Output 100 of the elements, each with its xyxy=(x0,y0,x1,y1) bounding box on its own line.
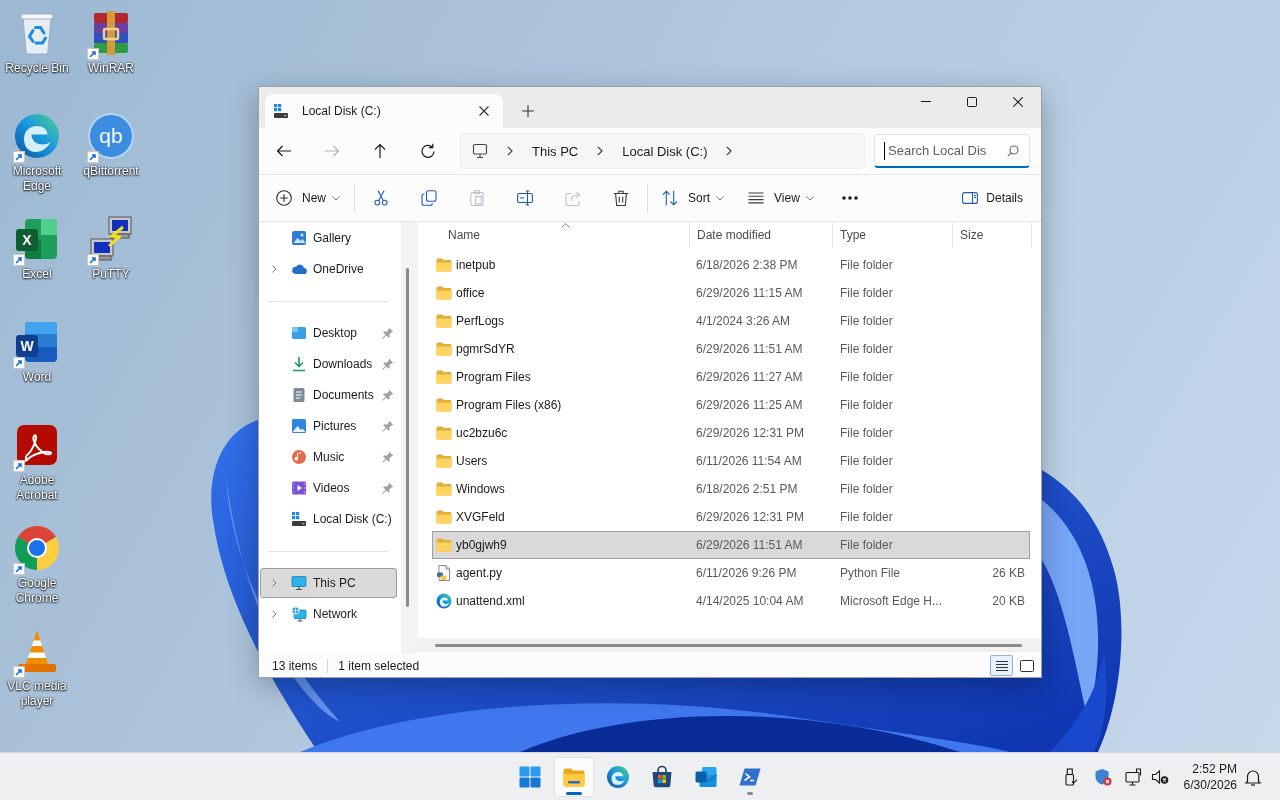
muted-speaker-icon[interactable] xyxy=(1150,767,1169,786)
monitor-icon xyxy=(291,575,307,591)
file-name[interactable]: agent.py xyxy=(456,566,503,580)
sidebar-item[interactable]: Network xyxy=(260,599,397,629)
type-cell: File folder xyxy=(840,510,893,524)
sidebar-item[interactable]: OneDrive xyxy=(260,254,397,284)
column-header[interactable]: Date modified xyxy=(690,222,833,248)
file-name[interactable]: pgmrSdYR xyxy=(456,342,515,356)
sidebar-item[interactable]: This PC xyxy=(260,568,397,598)
folder-icon xyxy=(436,285,452,301)
sidebar-item[interactable]: Desktop xyxy=(260,318,397,348)
logo-letters: qb xyxy=(99,124,123,146)
four-squares-icon xyxy=(518,764,542,789)
item-count: 13 items xyxy=(272,658,318,673)
details-pane-button[interactable]: Details xyxy=(954,182,1031,214)
folder-icon xyxy=(436,425,452,441)
envelope-icon xyxy=(694,764,718,789)
horizontal-scrollbar[interactable] xyxy=(418,638,1041,652)
drive-icon xyxy=(273,103,289,119)
type-cell: Python File xyxy=(840,566,901,580)
clock-time[interactable]: 2:52 PM xyxy=(1192,760,1237,777)
screen-icon xyxy=(291,325,307,341)
tab[interactable]: Local Disk (C:) xyxy=(265,94,503,128)
script-file-icon xyxy=(436,565,452,581)
file-name[interactable]: inetpub xyxy=(456,258,496,272)
sidebar-item[interactable]: Music xyxy=(260,442,397,472)
sidebar-item[interactable]: Pictures xyxy=(260,411,397,441)
column-header[interactable]: Type xyxy=(833,222,953,248)
type-cell: File folder xyxy=(840,342,893,356)
file-name[interactable]: XVGFeld xyxy=(456,510,505,524)
sidebar-item[interactable]: Downloads xyxy=(260,349,397,379)
list-lines-icon xyxy=(994,658,1009,673)
address-bar[interactable]: This PC Local Disk (C:) xyxy=(460,133,865,169)
type-cell: File folder xyxy=(840,258,893,272)
type-cell: File folder xyxy=(840,370,893,384)
download-arrow-icon xyxy=(291,356,307,372)
scrollbar-thumb[interactable] xyxy=(435,643,1022,647)
ring-logo-icon[interactable] xyxy=(13,524,61,572)
file-name[interactable]: Program Files (x86) xyxy=(456,398,562,412)
file-name[interactable]: unattend.xml xyxy=(456,594,525,608)
type-cell: File folder xyxy=(840,538,893,552)
swirl-logo-icon[interactable] xyxy=(13,112,61,160)
selection-count: 1 item selected xyxy=(338,658,420,673)
swirl-logo-icon xyxy=(436,593,452,609)
text-cursor-icon xyxy=(884,142,885,160)
file-name[interactable]: Program Files xyxy=(456,370,531,384)
sidebar-item[interactable]: Gallery xyxy=(260,223,397,253)
file-name[interactable]: Windows xyxy=(456,482,505,496)
two-computers-icon[interactable] xyxy=(87,215,135,263)
photo-frame-icon xyxy=(291,230,307,246)
clock-date[interactable]: 6/30/2026 xyxy=(1183,776,1237,793)
circle-logo-icon[interactable] xyxy=(87,112,135,160)
date-cell: 6/29/2026 12:31 PM xyxy=(696,510,805,524)
sort-button[interactable]: Sort xyxy=(654,182,733,214)
file-name[interactable]: office xyxy=(456,286,485,300)
selected-row[interactable]: yb0gjwh9 6/29/2026 11:51 AM File folder xyxy=(432,531,1030,559)
file-name[interactable]: uc2bzu6c xyxy=(456,426,508,440)
network-monitor-icon xyxy=(291,606,307,622)
date-cell: 6/29/2026 11:51 AM xyxy=(696,342,803,356)
plus-icon xyxy=(522,105,534,117)
scrollbar-thumb[interactable] xyxy=(406,268,409,607)
new-button[interactable]: New xyxy=(268,182,348,214)
file-name[interactable]: yb0gjwh9 xyxy=(456,538,507,552)
file-name[interactable]: Users xyxy=(456,454,488,468)
shopping-bag-icon xyxy=(650,764,674,789)
column-header[interactable]: Name xyxy=(432,222,690,248)
chevron-right-icon[interactable] xyxy=(726,146,733,156)
type-cell: File folder xyxy=(840,286,893,300)
type-cell: File folder xyxy=(840,426,893,440)
sidebar-item[interactable]: Local Disk (C:) xyxy=(260,504,397,534)
type-cell: Microsoft Edge H... xyxy=(840,594,943,608)
date-cell: 4/14/2025 10:04 AM xyxy=(696,594,804,608)
size-cell: 26 KB xyxy=(992,566,1025,580)
folder-icon xyxy=(436,509,452,525)
vertical-scrollbar[interactable] xyxy=(401,222,418,654)
network-icon[interactable] xyxy=(1124,767,1143,786)
chevron-right-icon[interactable] xyxy=(597,146,604,156)
monitor-icon xyxy=(472,143,488,159)
search-icon[interactable] xyxy=(1007,144,1019,157)
file-name[interactable]: PerfLogs xyxy=(456,314,505,328)
date-cell: 6/11/2026 9:26 PM xyxy=(696,566,797,580)
sidebar-item[interactable]: Documents xyxy=(260,380,397,410)
details-view-button[interactable] xyxy=(990,655,1013,676)
breadcrumb-item[interactable]: Local Disk (C:) xyxy=(622,143,708,159)
column-header[interactable]: Size xyxy=(953,222,1032,248)
search-field[interactable]: Search Local Dis xyxy=(874,134,1030,168)
type-cell: File folder xyxy=(840,482,893,496)
chevron-right-icon[interactable] xyxy=(507,146,513,156)
view-button[interactable]: View xyxy=(740,182,822,214)
maximize-icon xyxy=(967,96,977,107)
date-cell: 6/29/2026 11:25 AM xyxy=(696,398,803,412)
taskbar-app-button[interactable] xyxy=(554,756,594,797)
bell-icon[interactable] xyxy=(1244,767,1262,786)
square-icon xyxy=(1019,658,1034,673)
date-cell: 6/18/2026 2:38 PM xyxy=(696,258,798,272)
shield-icon[interactable] xyxy=(1093,767,1112,786)
sidebar-item[interactable]: Videos xyxy=(260,473,397,503)
folder-icon xyxy=(436,257,452,273)
date-cell: 4/1/2024 3:26 AM xyxy=(696,314,791,328)
breadcrumb-item[interactable]: This PC xyxy=(532,143,579,159)
